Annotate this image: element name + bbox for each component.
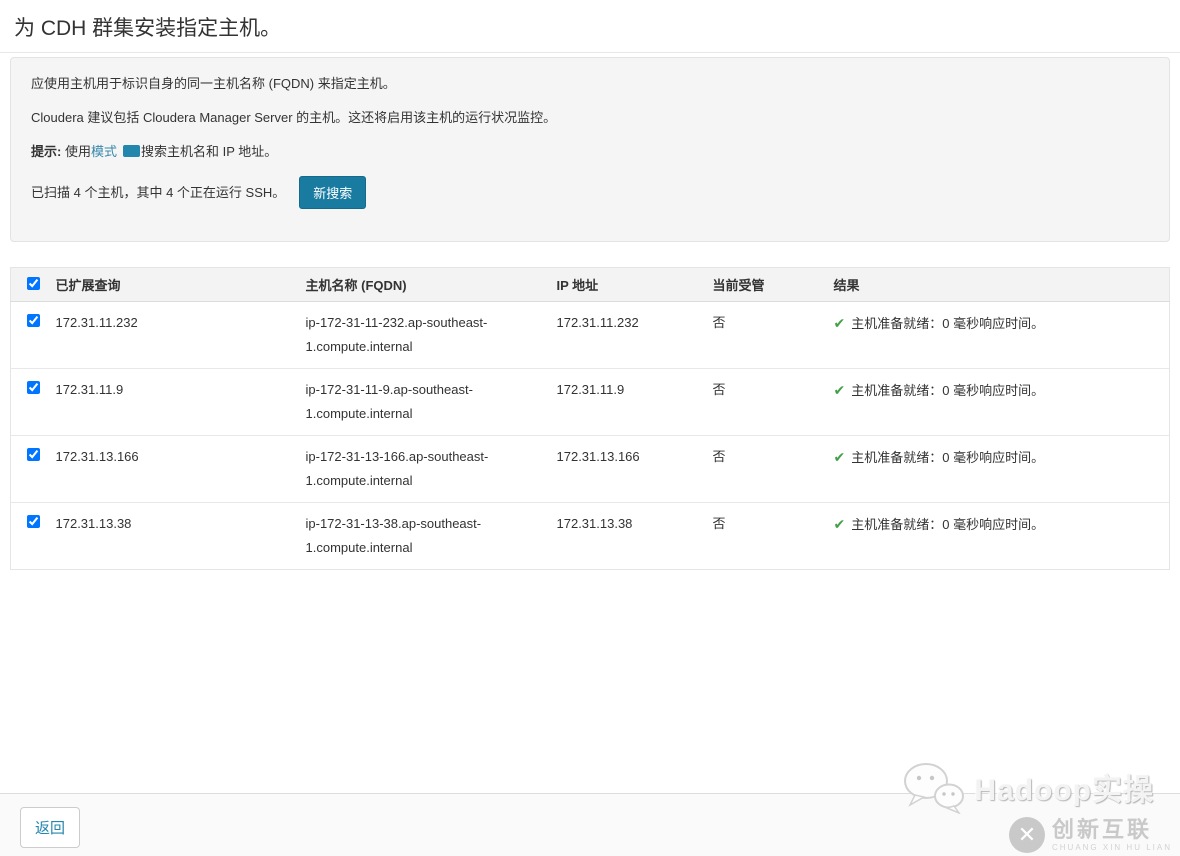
cell-ip: 172.31.13.38	[556, 502, 713, 570]
result-text: 主机准备就绪：0 毫秒响应时间。	[851, 450, 1045, 465]
cell-managed: 否	[712, 301, 834, 369]
cell-fqdn: ip-172-31-11-232.ap-southeast-1.compute.…	[305, 301, 557, 369]
new-search-button[interactable]: 新搜索	[299, 176, 367, 209]
scan-status-row: 已扫描 4 个主机，其中 4 个正在运行 SSH。 新搜索	[31, 176, 1149, 209]
cell-fqdn: ip-172-31-11-9.ap-southeast-1.compute.in…	[305, 368, 557, 436]
column-header-ip: IP 地址	[556, 267, 713, 302]
table-header-row: 已扩展查询 主机名称 (FQDN) IP 地址 当前受管 结果	[10, 267, 1170, 302]
pattern-link[interactable]: 模式	[91, 144, 117, 159]
column-header-fqdn: 主机名称 (FQDN)	[305, 267, 557, 302]
result-text: 主机准备就绪：0 毫秒响应时间。	[851, 316, 1045, 331]
host-table: 已扩展查询 主机名称 (FQDN) IP 地址 当前受管 结果 172.31.1…	[10, 267, 1170, 570]
host-table-body: 172.31.11.232 ip-172-31-11-232.ap-southe…	[10, 301, 1170, 570]
cell-managed: 否	[712, 368, 834, 436]
tip-label: 提示:	[31, 144, 62, 159]
select-all-checkbox[interactable]	[27, 276, 40, 290]
cell-ip: 172.31.13.166	[556, 435, 713, 503]
row-checkbox[interactable]	[27, 448, 40, 461]
footer-bar: 返回	[0, 793, 1180, 856]
column-header-query: 已扩展查询	[55, 267, 306, 302]
cell-managed: 否	[712, 502, 834, 570]
row-checkbox[interactable]	[27, 314, 40, 327]
tip-text-pre: 使用	[61, 144, 91, 159]
cell-fqdn: ip-172-31-13-166.ap-southeast-1.compute.…	[305, 435, 557, 503]
cell-managed: 否	[712, 435, 834, 503]
scan-status-text: 已扫描 4 个主机，其中 4 个正在运行 SSH。	[31, 184, 286, 200]
row-checkbox[interactable]	[27, 515, 40, 528]
back-button[interactable]: 返回	[20, 807, 81, 848]
column-header-managed: 当前受管	[712, 267, 834, 302]
cell-ip: 172.31.11.232	[556, 301, 713, 369]
result-text: 主机准备就绪：0 毫秒响应时间。	[851, 383, 1045, 398]
info-line-fqdn: 应使用主机用于标识自身的同一主机名称 (FQDN) 来指定主机。	[31, 76, 396, 91]
table-row: 172.31.11.9 ip-172-31-11-9.ap-southeast-…	[10, 368, 1170, 436]
cell-result: ✔ 主机准备就绪：0 毫秒响应时间。	[833, 301, 1170, 369]
row-checkbox[interactable]	[27, 381, 40, 394]
info-line-tip: 提示: 使用模式 搜索主机名和 IP 地址。	[31, 142, 1149, 162]
success-check-icon: ✔	[833, 449, 846, 465]
table-row: 172.31.13.166 ip-172-31-13-166.ap-southe…	[10, 435, 1170, 503]
cell-result: ✔ 主机准备就绪：0 毫秒响应时间。	[833, 435, 1170, 503]
cell-query: 172.31.13.38	[55, 502, 306, 570]
table-row: 172.31.11.232 ip-172-31-11-232.ap-southe…	[10, 301, 1170, 369]
column-header-result: 结果	[833, 267, 1170, 302]
cell-query: 172.31.13.166	[55, 435, 306, 503]
cell-result: ✔ 主机准备就绪：0 毫秒响应时间。	[833, 502, 1170, 570]
page-title: 为 CDH 群集安装指定主机。	[0, 0, 1180, 53]
video-icon[interactable]	[122, 145, 140, 157]
info-line-recommendation: Cloudera 建议包括 Cloudera Manager Server 的主…	[31, 110, 557, 125]
result-text: 主机准备就绪：0 毫秒响应时间。	[851, 517, 1045, 532]
tip-text-post: 搜索主机名和 IP 地址。	[140, 144, 278, 159]
table-row: 172.31.13.38 ip-172-31-13-38.ap-southeas…	[10, 502, 1170, 570]
cell-ip: 172.31.11.9	[556, 368, 713, 436]
success-check-icon: ✔	[833, 382, 846, 398]
cell-result: ✔ 主机准备就绪：0 毫秒响应时间。	[833, 368, 1170, 436]
cell-fqdn: ip-172-31-13-38.ap-southeast-1.compute.i…	[305, 502, 557, 570]
cell-query: 172.31.11.232	[55, 301, 306, 369]
success-check-icon: ✔	[833, 516, 846, 532]
cell-query: 172.31.11.9	[55, 368, 306, 436]
success-check-icon: ✔	[833, 315, 846, 331]
info-box: 应使用主机用于标识自身的同一主机名称 (FQDN) 来指定主机。 Clouder…	[10, 57, 1170, 242]
